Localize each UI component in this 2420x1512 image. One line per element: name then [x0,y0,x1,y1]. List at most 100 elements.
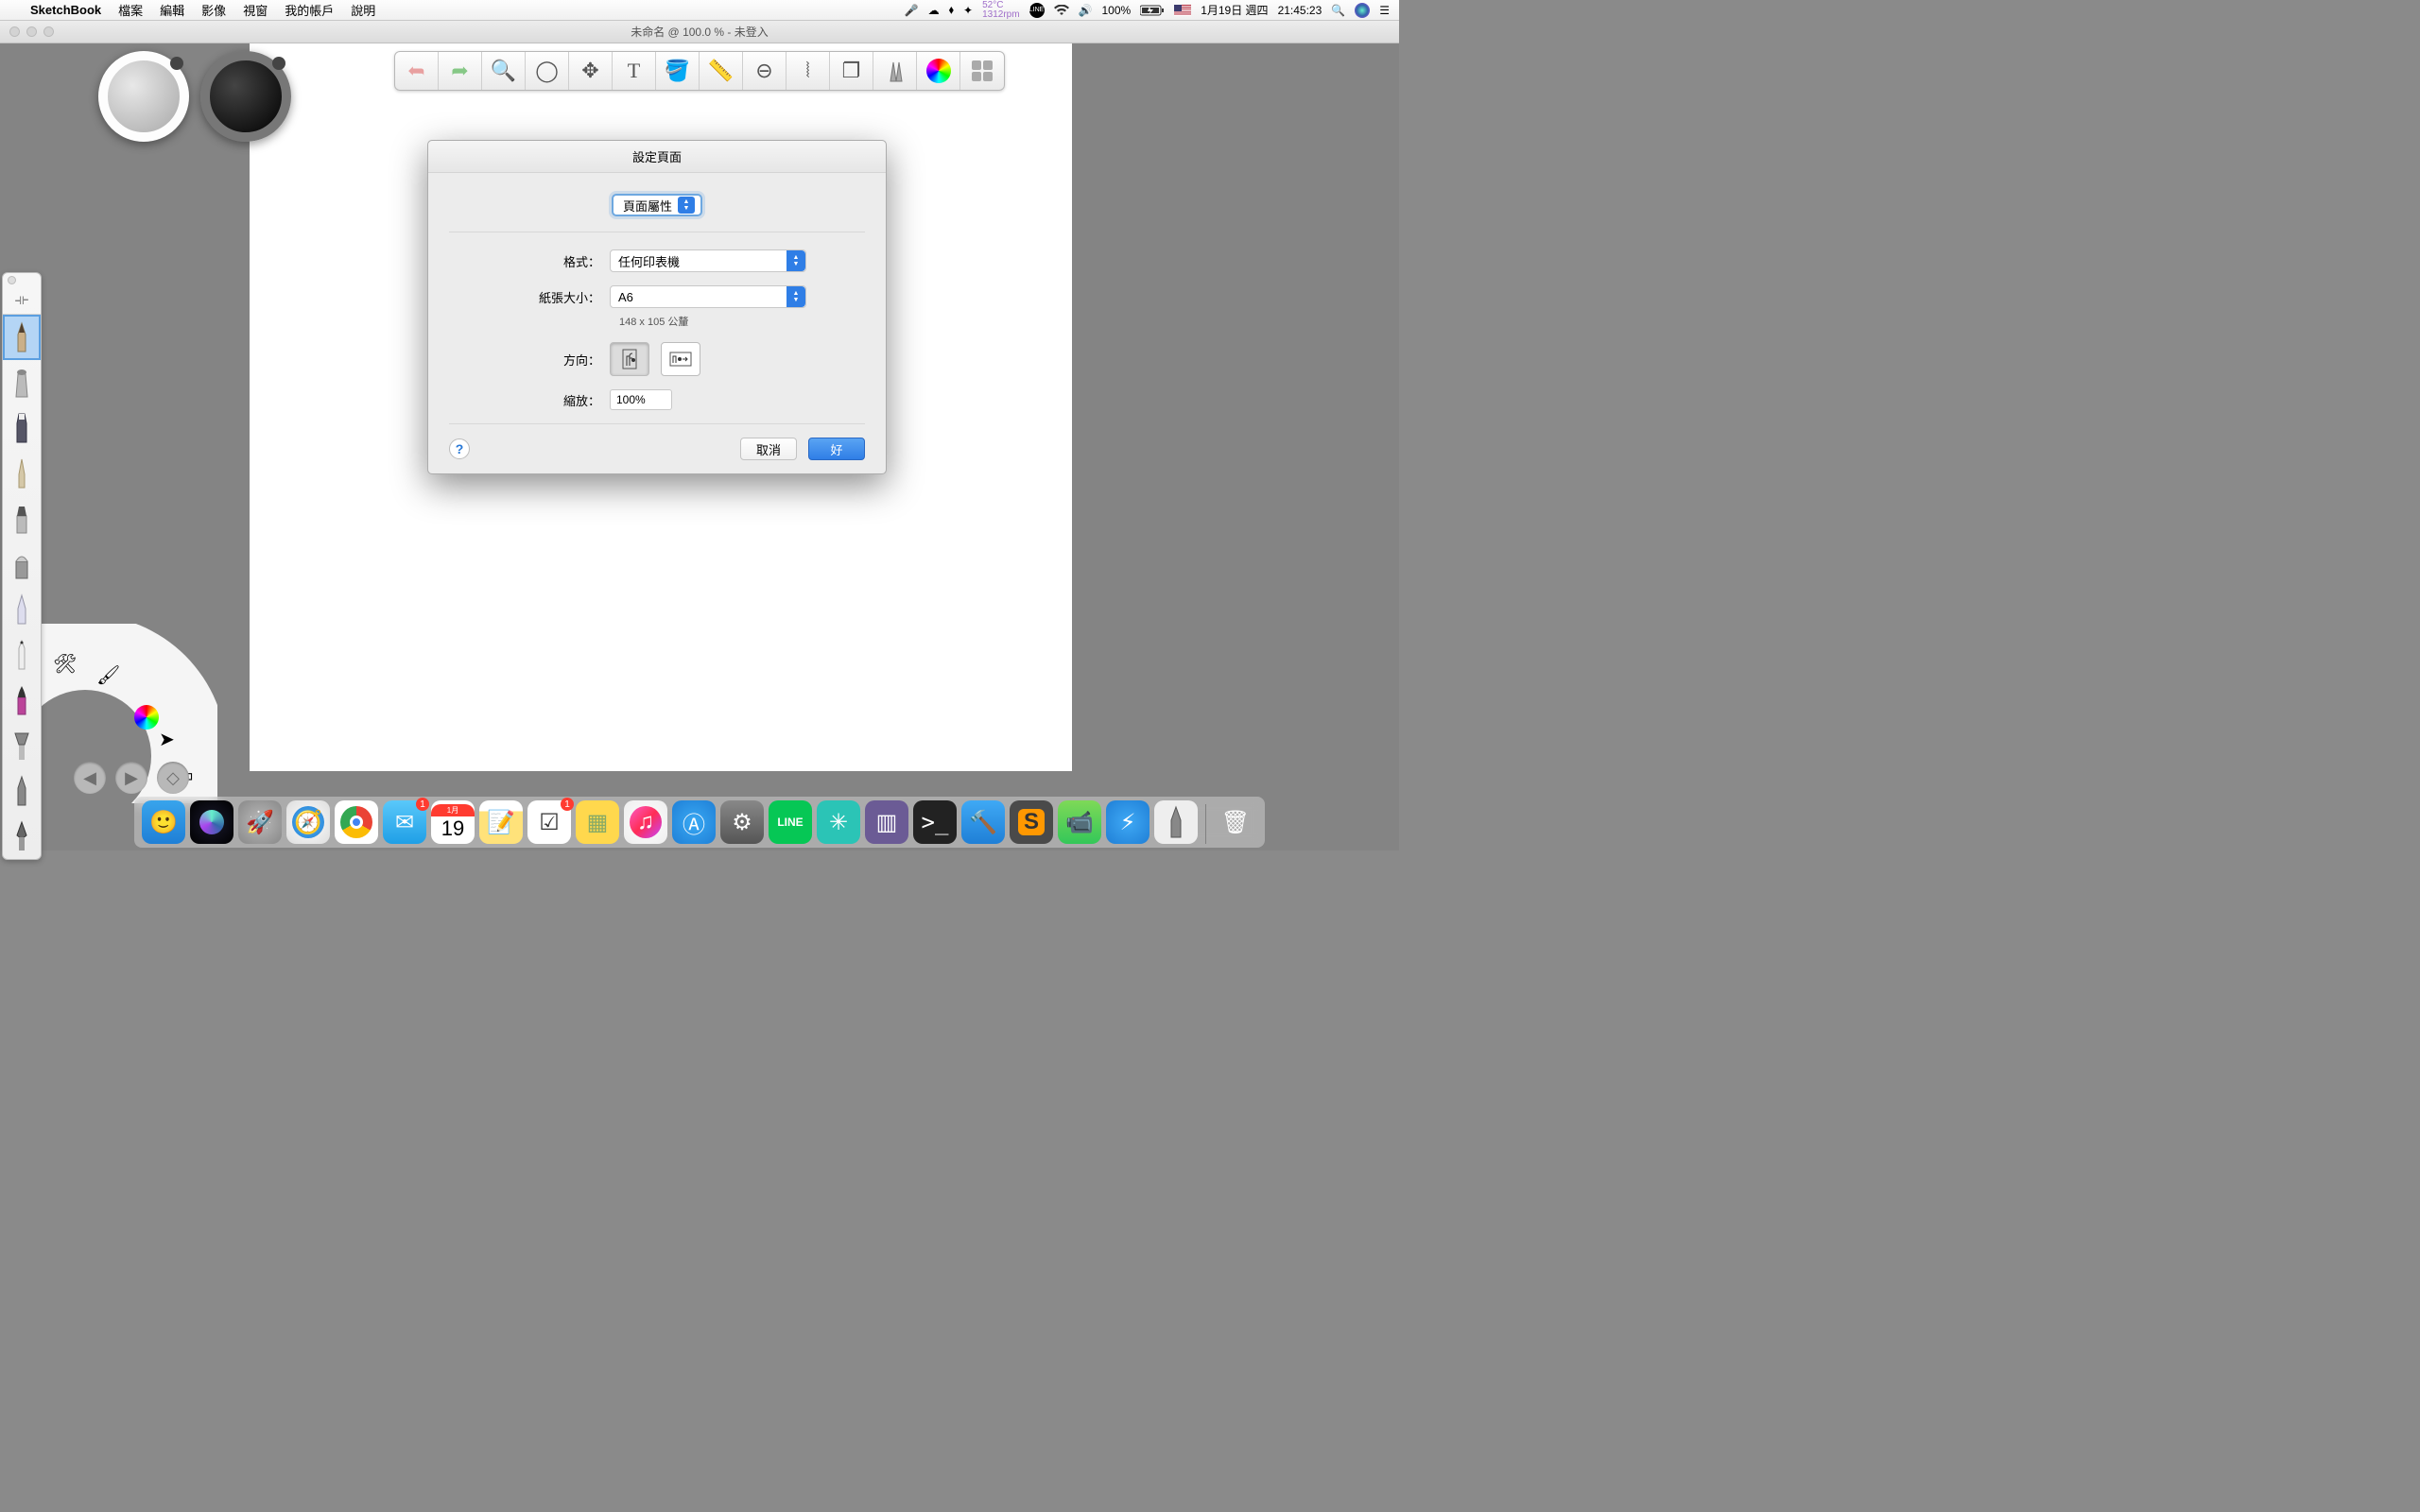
lagoon-cursor-icon[interactable]: ➤ [159,728,175,751]
cancel-button[interactable]: 取消 [740,438,797,460]
menu-edit[interactable]: 編輯 [160,1,184,19]
lagoon-tools-icon[interactable]: 🛠 [53,652,77,676]
lagoon-brush-icon[interactable]: 🖌 [96,663,120,687]
dock-notes[interactable]: 📝 [479,800,523,844]
menu-window[interactable]: 視窗 [243,1,268,19]
notif-center-icon[interactable]: ☰ [1379,4,1390,17]
siri-menubar-icon[interactable] [1355,3,1370,18]
orient-landscape-button[interactable] [661,342,700,376]
close-dot[interactable] [9,26,20,37]
shape-button[interactable]: ⊖ [743,52,786,90]
brush-round[interactable] [3,678,41,723]
scale-input[interactable] [610,389,672,410]
lagoon-color-icon[interactable] [134,705,159,730]
orient-portrait-button[interactable] [610,342,649,376]
lagoon-prev-icon[interactable]: ◀ [74,762,106,794]
brush-nib[interactable] [3,814,41,859]
text-button[interactable]: T [613,52,656,90]
dropbox-icon[interactable]: ⬧ [949,3,954,17]
brush-ink[interactable] [3,451,41,496]
palette-header[interactable] [3,273,41,286]
redo-button[interactable]: ➦ [439,52,482,90]
brush-fan[interactable] [3,723,41,768]
lagoon-canvas-icon[interactable]: ◇ [157,762,189,794]
dock-app1[interactable]: ✳︎ [817,800,860,844]
zoom-button[interactable]: 🔍 [482,52,526,90]
zoom-dot[interactable] [43,26,54,37]
format-select[interactable]: 任何印表機 ▲▼ [610,249,806,272]
dock-sublime[interactable]: S [1010,800,1053,844]
dock-itunes[interactable]: ♫ [624,800,667,844]
spotlight-icon[interactable]: 🔍 [1331,4,1345,17]
dock-sysprefs[interactable]: ⚙︎ [720,800,764,844]
brush-airbrush[interactable] [3,360,41,405]
symmetry-button[interactable]: ⦚ [786,52,830,90]
page-attributes-select[interactable]: 頁面屬性 ▲▼ [612,194,702,216]
brush-marker[interactable] [3,405,41,451]
help-button[interactable]: ? [449,438,470,459]
battery-pct[interactable]: 100% [1102,4,1132,17]
temp-status[interactable]: 52°C1312rpm [982,1,1019,20]
dock: 🙂 🚀 🧭 ✉︎1 1月19 📝 ☑︎1 ▦ ♫ Ⓐ ⚙︎ LINE ✳︎ ▥ … [134,797,1265,848]
dock-stickies[interactable]: ▦ [576,800,619,844]
layers-button[interactable]: ❐ [830,52,873,90]
menu-account[interactable]: 我的帳戶 [285,1,334,19]
dock-mail[interactable]: ✉︎1 [383,800,426,844]
brush-ballpoint[interactable] [3,632,41,678]
dock-chrome[interactable] [335,800,378,844]
dock-sketchbook[interactable] [1154,800,1198,844]
minimize-dot[interactable] [26,26,37,37]
ok-button[interactable]: 好 [808,438,865,460]
lagoon-next-icon[interactable]: ▶ [115,762,147,794]
brush-settings-icon[interactable]: ⟛ [3,286,41,315]
cal-month: 1月 [431,804,475,816]
cloud-icon[interactable]: ☁︎ [928,4,940,17]
fan-icon[interactable]: ✦ [963,4,973,17]
menu-help[interactable]: 說明 [351,1,375,19]
mic-icon[interactable]: 🎤 [905,4,919,17]
dock-facetime[interactable]: 📹 [1058,800,1101,844]
time[interactable]: 21:45:23 [1278,4,1322,17]
dock-trash[interactable]: 🗑 [1214,800,1257,844]
brush-smudge[interactable] [3,768,41,814]
scale-label: 縮放： [449,391,610,409]
dock-safari[interactable]: 🧭 [286,800,330,844]
dock-xcode[interactable]: 🔨 [961,800,1005,844]
date[interactable]: 1月19日 週四 [1201,2,1268,18]
ruler-button[interactable]: 📏 [700,52,743,90]
color-button[interactable] [917,52,960,90]
brush-chisel[interactable] [3,496,41,541]
line-menubar-icon[interactable]: LINE [1029,3,1045,18]
lasso-button[interactable]: ◯ [526,52,569,90]
window-title: 未命名 @ 100.0 % - 未登入 [631,24,769,40]
brush-pen[interactable] [3,587,41,632]
dock-finder[interactable]: 🙂 [142,800,185,844]
input-flag-icon[interactable] [1174,5,1191,16]
dock-appstore[interactable]: Ⓐ [672,800,716,844]
brush-flat[interactable] [3,541,41,587]
wifi-icon[interactable] [1054,5,1069,16]
dock-reminders[interactable]: ☑︎1 [527,800,571,844]
dock-line[interactable]: LINE [769,800,812,844]
chevron-updown-icon: ▲▼ [786,286,805,307]
dock-launchpad[interactable]: 🚀 [238,800,282,844]
dock-siri[interactable] [190,800,233,844]
move-button[interactable]: ✥ [569,52,613,90]
dock-calendar[interactable]: 1月19 [431,800,475,844]
paper-select[interactable]: A6 ▲▼ [610,285,806,308]
undo-button[interactable]: ➦ [395,52,439,90]
brush-pencil[interactable] [3,315,41,360]
bucket-button[interactable]: 🪣 [656,52,700,90]
brushlib-button[interactable] [873,52,917,90]
volume-icon[interactable]: 🔊 [1079,4,1093,17]
menu-image[interactable]: 影像 [201,1,226,19]
brush-puck[interactable] [98,51,189,142]
dock-app2[interactable]: ▥ [865,800,908,844]
menu-file[interactable]: 檔案 [118,1,143,19]
color-puck[interactable] [200,51,291,142]
dock-terminal[interactable]: >_ [913,800,957,844]
battery-icon[interactable] [1140,5,1165,16]
ui-button[interactable] [960,52,1004,90]
app-name[interactable]: SketchBook [30,3,101,17]
dock-messenger[interactable]: ⚡︎ [1106,800,1150,844]
